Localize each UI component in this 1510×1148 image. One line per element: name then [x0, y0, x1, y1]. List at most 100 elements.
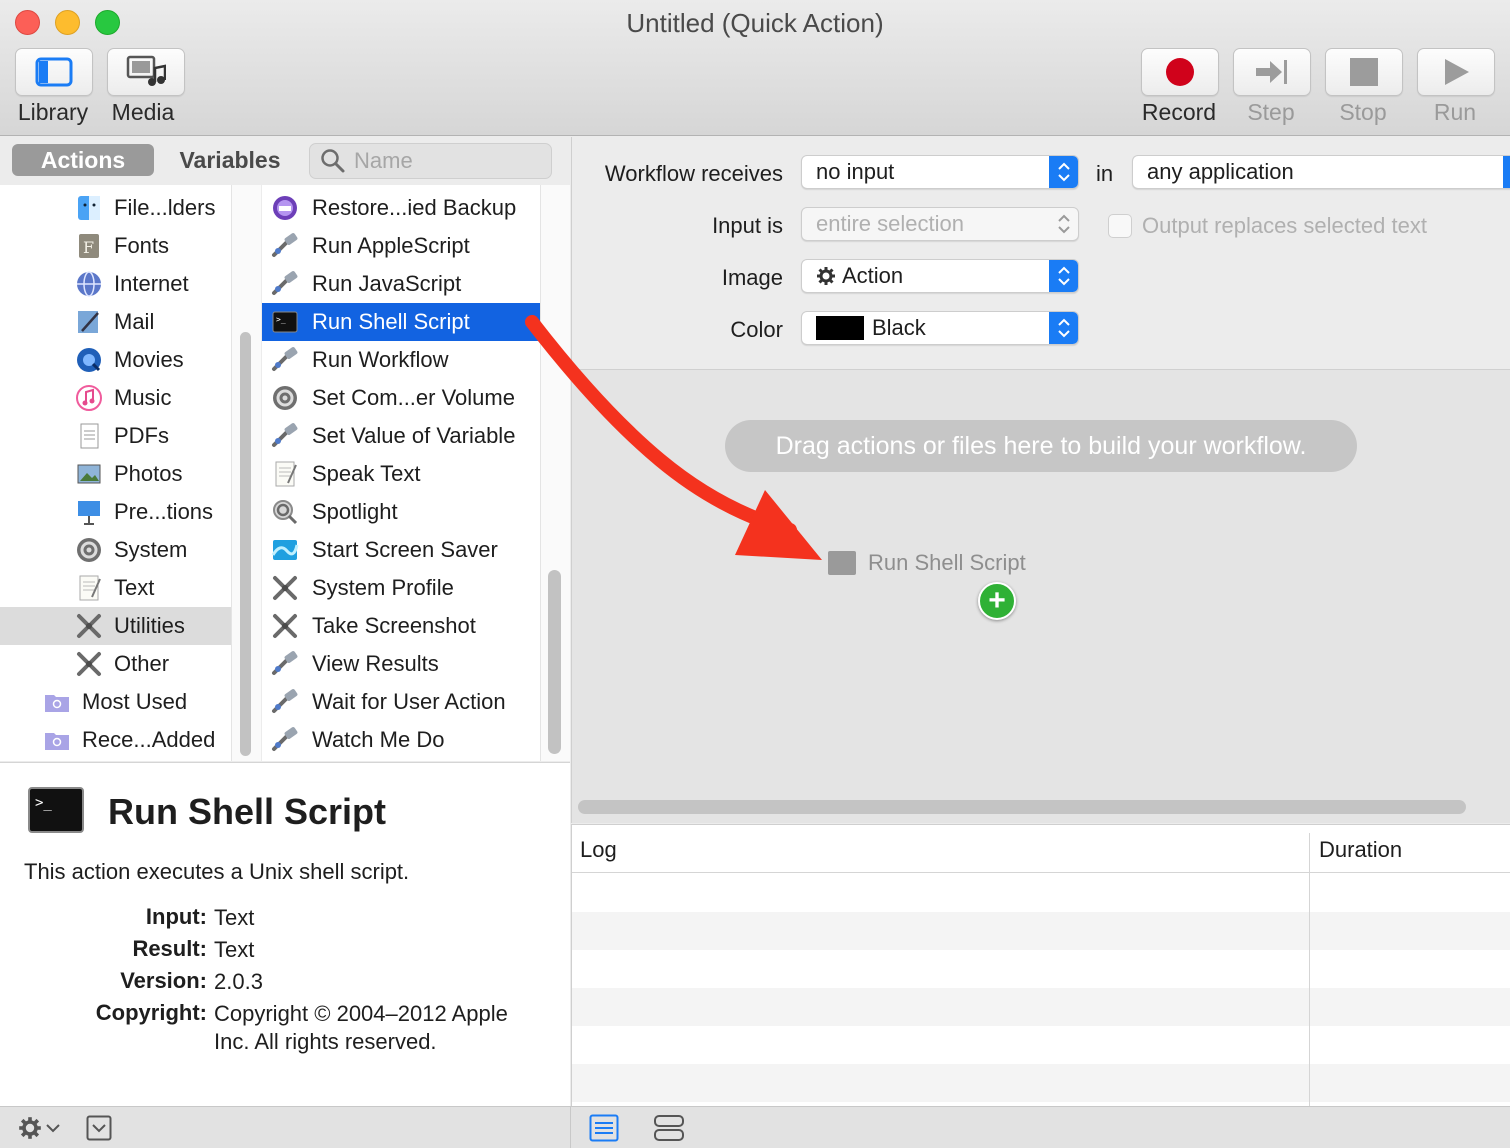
window-toolbar: Untitled (Quick Action) Library Media Re… [0, 0, 1510, 136]
action-item-view-results[interactable]: View Results [262, 645, 540, 683]
category-item-file-lders[interactable]: File...lders [0, 189, 231, 227]
image-value: Action [842, 263, 904, 288]
tab-actions[interactable]: Actions [12, 144, 154, 176]
text-icon [270, 459, 300, 489]
smart-folder-icon [42, 687, 72, 717]
canvas-horizontal-scrollbar[interactable] [578, 800, 1466, 814]
finder-icon [74, 193, 104, 223]
category-item-most-used[interactable]: Most Used [0, 683, 231, 721]
action-item-set-value-of-variable[interactable]: Set Value of Variable [262, 417, 540, 455]
media-button[interactable] [107, 48, 185, 96]
action-item-run-javascript[interactable]: Run JavaScript [262, 265, 540, 303]
run-button[interactable] [1417, 48, 1495, 96]
action-item-label: Restore...ied Backup [312, 195, 517, 220]
application-popup-stepper-edge [1503, 156, 1510, 188]
stop-icon [1350, 58, 1378, 86]
category-scrollbar-thumb[interactable] [240, 332, 251, 756]
record-button[interactable] [1141, 48, 1219, 96]
library-icon [35, 57, 73, 87]
action-list[interactable]: Restore...ied Backup Run AppleScript Run J… [262, 185, 540, 761]
updown-chevron-icon [1049, 208, 1078, 240]
system-gear-icon [270, 383, 300, 413]
action-item-run-shell-script[interactable]: >_ Run Shell Script [262, 303, 540, 341]
gear-icon [817, 267, 835, 285]
meta-input-row: Input: Text [0, 904, 544, 932]
category-item-movies[interactable]: Movies [0, 341, 231, 379]
category-item-pre-tions[interactable]: Pre...tions [0, 493, 231, 531]
library-label: Library [17, 99, 89, 125]
action-item-label: System Profile [312, 575, 454, 600]
action-item-run-workflow[interactable]: Run Workflow [262, 341, 540, 379]
library-button[interactable] [15, 48, 93, 96]
play-icon [1445, 59, 1469, 85]
show-variables-button[interactable] [653, 1114, 685, 1147]
tab-variables[interactable]: Variables [160, 144, 300, 176]
stop-button[interactable] [1325, 48, 1403, 96]
category-item-photos[interactable]: Photos [0, 455, 231, 493]
action-item-run-applescript[interactable]: Run AppleScript [262, 227, 540, 265]
updown-chevron-icon [1049, 260, 1078, 292]
stop-label: Stop [1339, 99, 1387, 125]
action-item-wait-for-user-action[interactable]: Wait for User Action [262, 683, 540, 721]
action-item-label: Set Value of Variable [312, 423, 516, 448]
meta-version-value: 2.0.3 [214, 969, 263, 994]
search-field[interactable] [309, 143, 552, 179]
application-popup[interactable]: any application [1132, 155, 1510, 189]
log-column-header[interactable]: Log [580, 837, 617, 863]
updown-chevron-icon [1049, 312, 1078, 344]
action-scrollbar-thumb[interactable] [548, 570, 561, 754]
action-item-label: Watch Me Do [312, 727, 445, 752]
gear-icon [19, 1117, 41, 1139]
category-item-label: Fonts [114, 233, 170, 258]
workflow-receives-popup[interactable]: no input [801, 155, 1079, 189]
category-list[interactable]: File...lders F Fonts Internet Mail Movies Musi… [0, 185, 231, 761]
action-item-restore-ied-backup[interactable]: Restore...ied Backup [262, 189, 540, 227]
category-item-fonts[interactable]: F Fonts [0, 227, 231, 265]
record-icon [1166, 58, 1194, 86]
automator-icon [270, 231, 300, 261]
category-item-pdfs[interactable]: PDFs [0, 417, 231, 455]
action-item-start-screen-saver[interactable]: Start Screen Saver [262, 531, 540, 569]
workflow-receives-label: Workflow receives [604, 161, 783, 186]
quicktime-icon [74, 345, 104, 375]
input-is-popup[interactable]: entire selection [801, 207, 1079, 241]
action-item-speak-text[interactable]: Speak Text [262, 455, 540, 493]
duration-column-header[interactable]: Duration [1319, 837, 1402, 863]
category-item-mail[interactable]: Mail [0, 303, 231, 341]
category-item-label: Most Used [82, 689, 188, 714]
category-item-rece-added[interactable]: Rece...Added [0, 721, 231, 759]
image-popup[interactable]: Action [801, 259, 1079, 293]
action-item-spotlight[interactable]: Spotlight [262, 493, 540, 531]
category-item-other[interactable]: Other [0, 645, 231, 683]
action-item-label: Wait for User Action [312, 689, 506, 714]
category-item-internet[interactable]: Internet [0, 265, 231, 303]
category-item-label: Music [114, 385, 172, 410]
automator-icon [270, 421, 300, 451]
column-divider[interactable] [1309, 833, 1310, 1107]
other-icon [74, 649, 104, 679]
output-replaces-label: Output replaces selected text [1142, 213, 1427, 238]
action-item-system-profile[interactable]: System Profile [262, 569, 540, 607]
bottom-bar-divider [570, 1107, 571, 1148]
meta-version-key: Version: [120, 968, 207, 993]
step-button[interactable] [1233, 48, 1311, 96]
toggle-description-button[interactable] [86, 1115, 112, 1146]
output-replaces-checkbox[interactable] [1108, 214, 1132, 238]
category-item-label: Internet [114, 271, 189, 296]
action-item-label: Run AppleScript [312, 233, 470, 258]
workflow-canvas[interactable]: Drag actions or files here to build your… [571, 369, 1510, 823]
log-row-stripe [572, 1064, 1510, 1102]
action-item-watch-me-do[interactable]: Watch Me Do [262, 721, 540, 759]
category-item-text[interactable]: Text [0, 569, 231, 607]
show-log-button[interactable] [589, 1114, 619, 1147]
category-item-label: PDFs [114, 423, 169, 448]
search-input[interactable] [354, 148, 534, 174]
action-item-take-screenshot[interactable]: Take Screenshot [262, 607, 540, 645]
input-is-label: Input is [712, 213, 783, 238]
action-menu-button[interactable] [18, 1116, 61, 1140]
action-item-set-com-er-volume[interactable]: Set Com...er Volume [262, 379, 540, 417]
category-item-utilities[interactable]: Utilities [0, 607, 231, 645]
category-item-system[interactable]: System [0, 531, 231, 569]
color-popup[interactable]: Black [801, 311, 1079, 345]
category-item-music[interactable]: Music [0, 379, 231, 417]
